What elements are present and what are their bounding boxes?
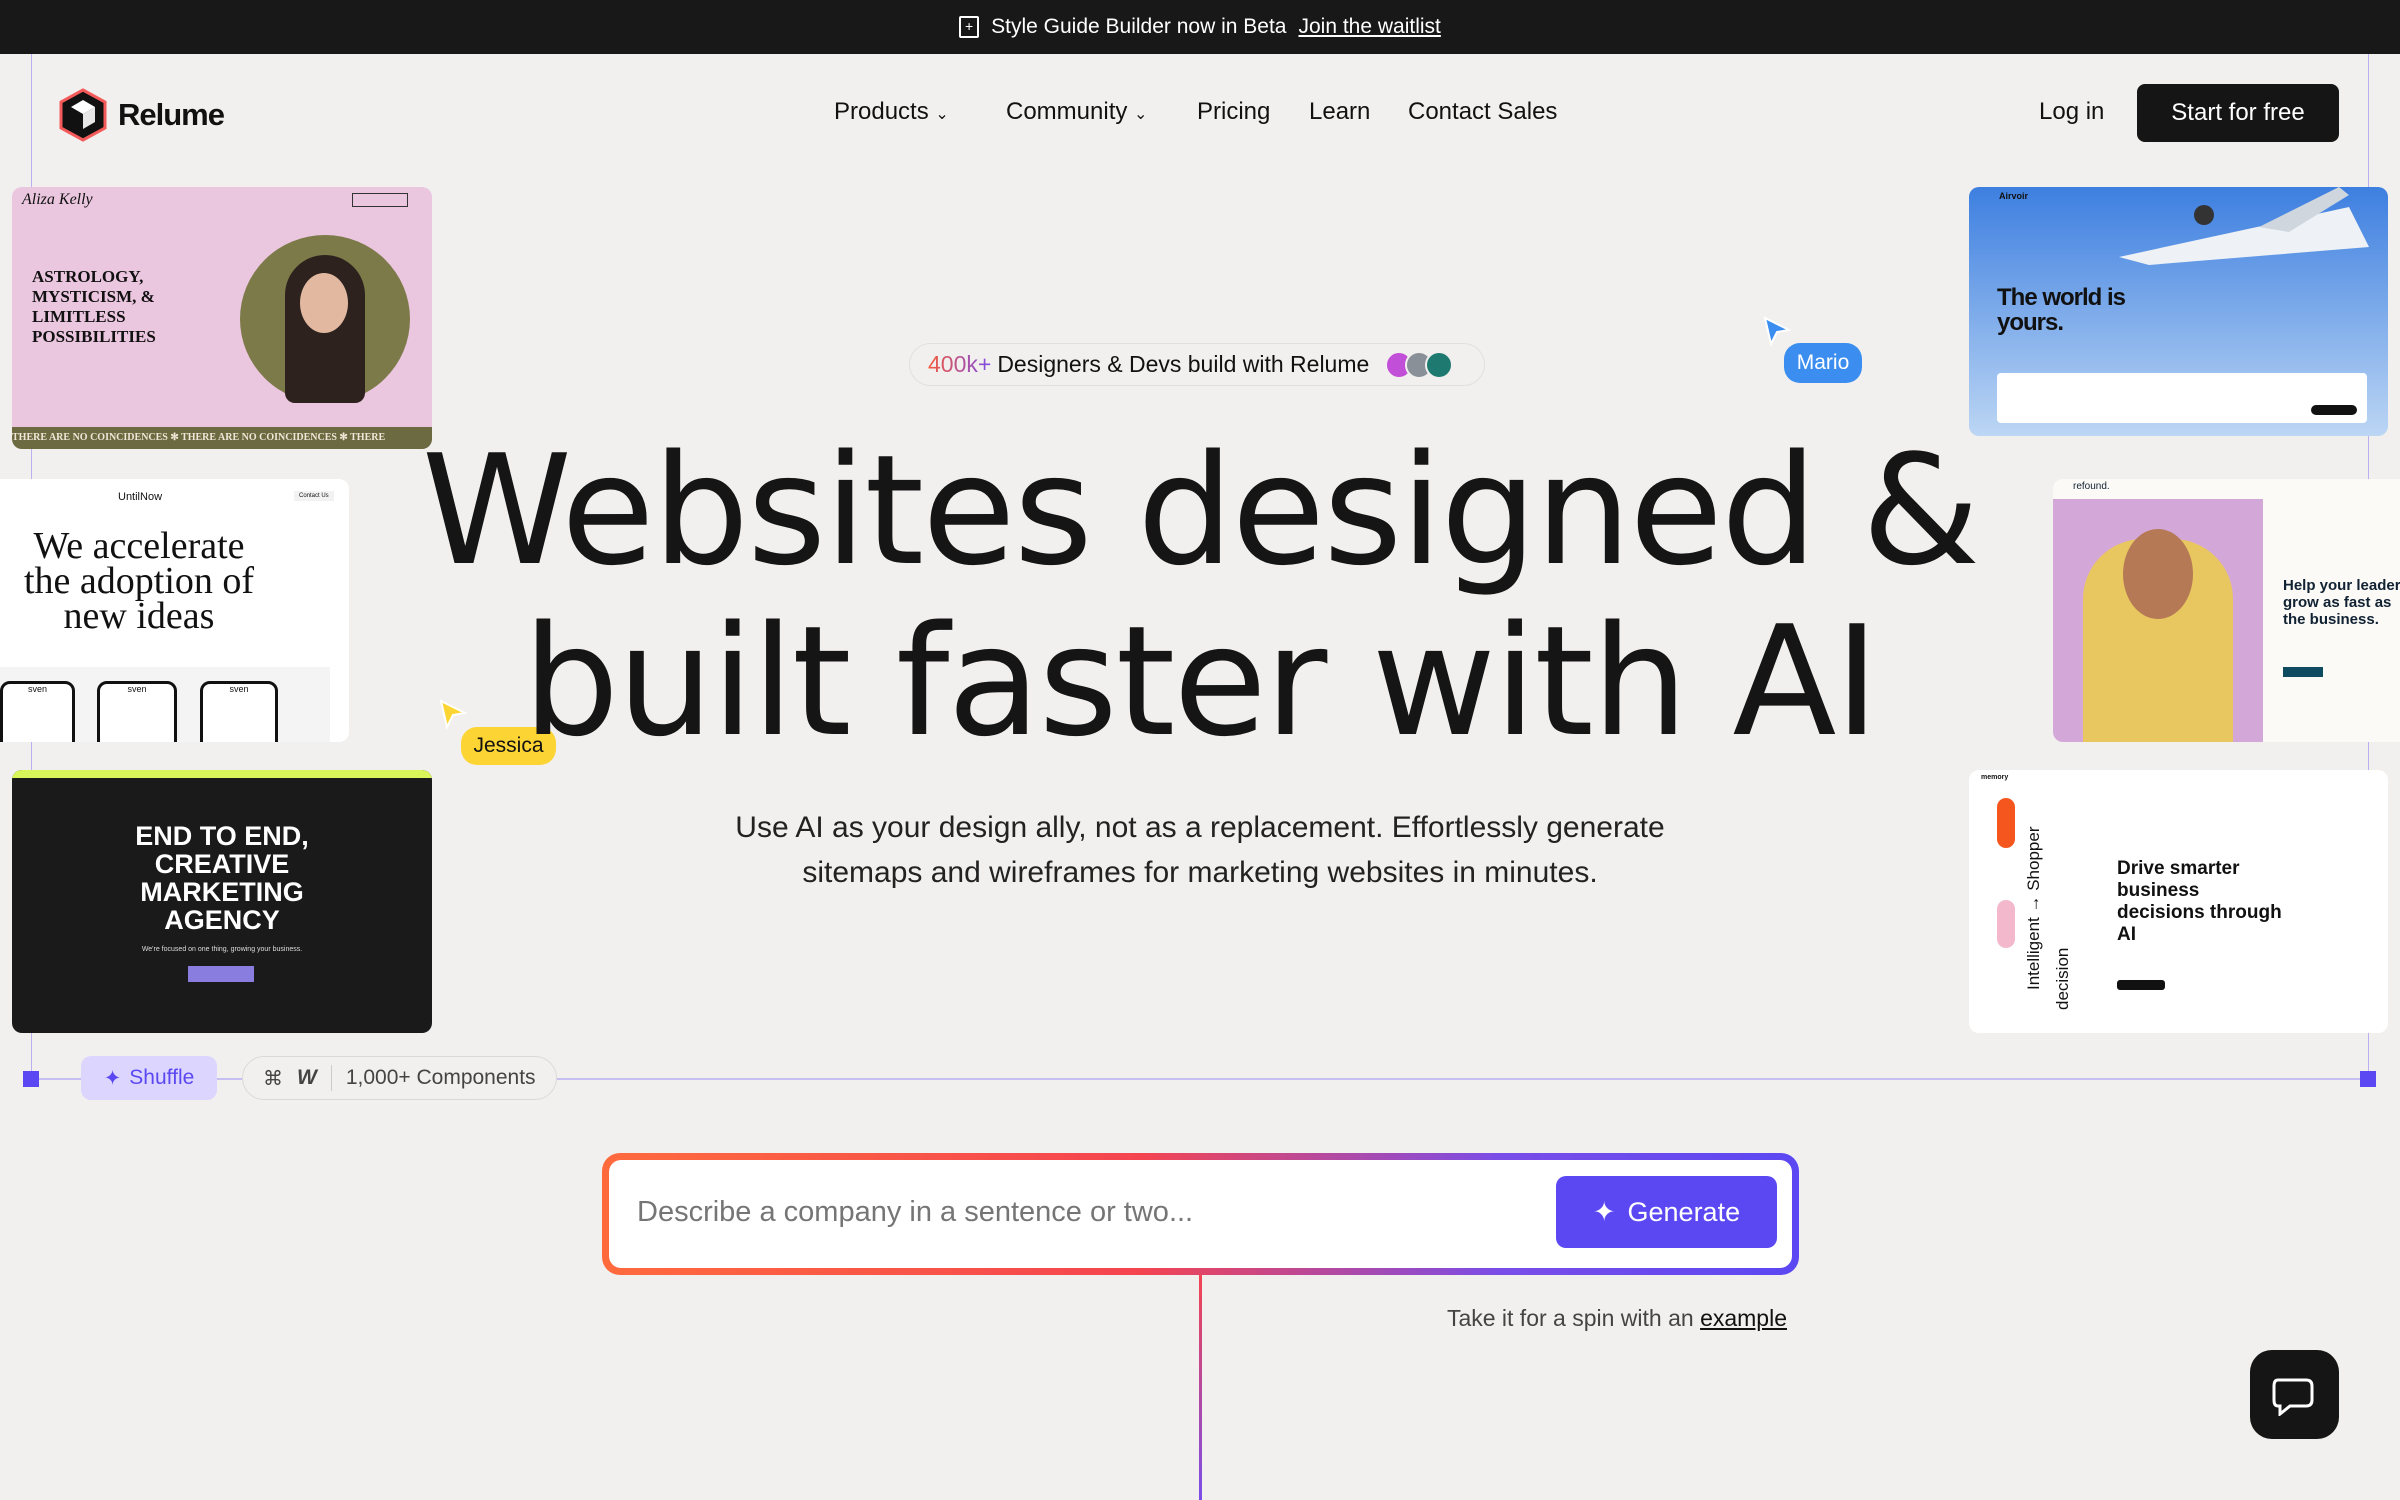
webflow-icon: W <box>297 1066 317 1089</box>
prompt-input-wrapper: ✦ Generate <box>602 1153 1799 1275</box>
thumb-sub: We're focused on one thing, growing your… <box>141 946 303 953</box>
thumb-announcement <box>12 770 432 778</box>
generate-button[interactable]: ✦ Generate <box>1556 1176 1777 1248</box>
thumb-cta <box>188 966 254 982</box>
shuffle-label: Shuffle <box>129 1066 195 1089</box>
company-description-input[interactable] <box>637 1180 1537 1244</box>
components-pill[interactable]: ⌘ W 1,000+ Components <box>242 1056 557 1100</box>
thumb-logo: Airvoir <box>1999 191 2029 201</box>
chat-button[interactable] <box>2250 1350 2339 1439</box>
thumb-headline: ASTROLOGY, MYSTICISM, & LIMITLESS POSSIB… <box>32 267 156 346</box>
nav-community[interactable]: Community ⌄ <box>1006 98 1147 126</box>
nav-community-label: Community <box>1006 98 1128 125</box>
hero-headline: Websites designed & built faster with AI <box>0 425 2400 767</box>
thumbnail-airvoir[interactable]: Airvoir The world is yours. <box>1969 187 2388 436</box>
figma-icon: ⌘ <box>263 1067 283 1090</box>
thumb-logo: Aliza Kelly <box>22 191 93 208</box>
chat-bubble-icon <box>2272 1378 2313 1416</box>
hero-line-2: built faster with AI <box>522 593 1880 770</box>
avatar <box>1425 350 1454 379</box>
join-waitlist-link[interactable]: Join the waitlist <box>1298 15 1440 39</box>
login-link[interactable]: Log in <box>2039 98 2104 126</box>
avatar-group <box>1385 350 1454 379</box>
shuffle-button[interactable]: ✦ Shuffle <box>81 1056 217 1100</box>
thumbnail-aliza-kelly[interactable]: Aliza Kelly ASTROLOGY, MYSTICISM, & LIMI… <box>12 187 432 449</box>
thumb-shape <box>1997 900 2015 948</box>
components-label: 1,000+ Components <box>345 1066 536 1089</box>
nav-learn[interactable]: Learn <box>1309 98 1370 126</box>
example-link[interactable]: example <box>1700 1305 1787 1331</box>
hero-line-1: Websites designed & <box>421 422 1981 599</box>
sparkle-icon: ✦ <box>103 1066 122 1090</box>
start-for-free-button[interactable]: Start for free <box>2137 84 2339 142</box>
airplane-image <box>2119 187 2369 265</box>
guide-handle-left[interactable] <box>23 1071 39 1087</box>
banner-text: Style Guide Builder now in Beta <box>991 15 1287 38</box>
hero-subtitle-line-2: sitemaps and wireframes for marketing we… <box>802 856 1598 889</box>
hint-text: Take it for a spin with an <box>1446 1305 1694 1331</box>
nav-products-label: Products <box>834 98 929 125</box>
social-proof-text: Designers & Devs build with Relume <box>997 351 1370 377</box>
style-guide-icon: + <box>959 16 980 38</box>
example-hint: Take it for a spin with an example <box>1200 1305 1787 1332</box>
announcement-banner: + Style Guide Builder now in Beta Join t… <box>0 0 2400 54</box>
chevron-down-icon: ⌄ <box>935 106 949 123</box>
cursor-pointer-icon <box>1763 316 1791 346</box>
thumb-photo <box>240 235 410 403</box>
thumb-logo: memory <box>1981 774 2009 781</box>
thumb-booking-form <box>1997 373 2367 423</box>
nav-pricing[interactable]: Pricing <box>1197 98 1270 126</box>
thumb-vertical-text-2: decision <box>2053 947 2072 1010</box>
nav-contact-sales[interactable]: Contact Sales <box>1408 98 1557 126</box>
chevron-down-icon: ⌄ <box>1134 106 1148 123</box>
guide-handle-right[interactable] <box>2360 1071 2376 1087</box>
thumb-cta <box>2117 980 2165 990</box>
thumb-headline: The world is yours. <box>1997 284 2126 336</box>
hero-subtitle-line-1: Use AI as your design ally, not as a rep… <box>735 811 1665 844</box>
hero-subtitle: Use AI as your design ally, not as a rep… <box>0 805 2400 895</box>
social-proof-pill: 400k+ Designers & Devs build with Relume <box>909 343 1485 386</box>
divider <box>330 1065 332 1091</box>
cursor-label-mario: Mario <box>1784 343 1862 383</box>
sparkle-icon: ✦ <box>1592 1196 1616 1227</box>
thumb-nav-button <box>352 193 408 207</box>
generate-label: Generate <box>1627 1196 1741 1227</box>
nav-products[interactable]: Products ⌄ <box>834 98 949 126</box>
user-count: 400k+ <box>928 351 992 377</box>
